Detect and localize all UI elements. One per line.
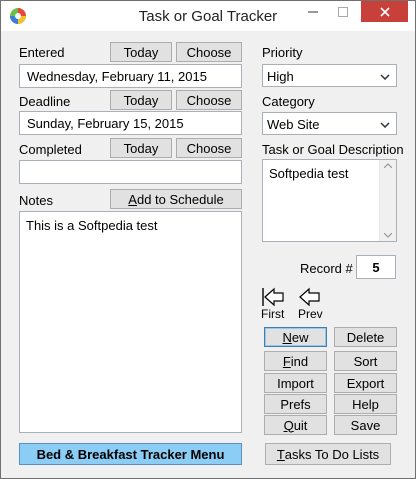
help-button[interactable]: Help bbox=[334, 394, 397, 414]
scroll-up-icon[interactable] bbox=[384, 163, 392, 168]
prev-label: Prev bbox=[298, 307, 323, 321]
record-number-field[interactable]: 5 bbox=[356, 255, 396, 279]
maximize-button[interactable] bbox=[328, 1, 357, 23]
category-label: Category bbox=[262, 94, 315, 109]
completed-label: Completed bbox=[19, 142, 82, 157]
deadline-today-button[interactable]: Today bbox=[110, 90, 172, 110]
completed-date-field[interactable] bbox=[19, 160, 242, 184]
record-label: Record # bbox=[300, 261, 353, 276]
priority-value: High bbox=[267, 69, 294, 84]
deadline-choose-button[interactable]: Choose bbox=[176, 90, 242, 110]
chevron-down-icon bbox=[380, 74, 390, 80]
prefs-button[interactable]: Prefs bbox=[264, 394, 327, 414]
export-button[interactable]: Export bbox=[334, 373, 397, 393]
tasks-to-do-lists-button[interactable]: Tasks To Do Lists bbox=[265, 443, 391, 465]
find-button[interactable]: Find bbox=[264, 351, 327, 371]
prev-arrow-icon bbox=[299, 287, 320, 307]
priority-select[interactable]: High bbox=[262, 64, 397, 87]
minimize-icon bbox=[307, 11, 318, 13]
category-value: Web Site bbox=[267, 117, 320, 132]
entered-date-field[interactable]: Wednesday, February 11, 2015 bbox=[19, 64, 242, 88]
deadline-label: Deadline bbox=[19, 94, 71, 109]
completed-choose-button[interactable]: Choose bbox=[176, 138, 242, 158]
scroll-down-icon[interactable] bbox=[384, 233, 392, 238]
description-label: Task or Goal Description bbox=[262, 142, 404, 157]
priority-label: Priority bbox=[262, 45, 303, 60]
description-textarea[interactable]: Softpedia test bbox=[262, 159, 397, 242]
completed-today-button[interactable]: Today bbox=[110, 138, 172, 158]
entered-label: Entered bbox=[19, 45, 65, 60]
notes-textarea[interactable]: This is a Softpedia test bbox=[19, 211, 242, 433]
add-to-schedule-button[interactable]: Add to Schedule bbox=[110, 189, 242, 209]
first-record-nav[interactable]: First bbox=[261, 287, 289, 321]
close-button[interactable] bbox=[361, 1, 408, 22]
bed-breakfast-menu-button[interactable]: Bed & Breakfast Tracker Menu bbox=[19, 443, 242, 465]
description-scrollbar[interactable] bbox=[379, 160, 396, 241]
new-button[interactable]: New bbox=[264, 327, 327, 347]
app-window: Task or Goal Tracker Entered Today Choos… bbox=[0, 0, 416, 479]
form-area: Entered Today Choose Wednesday, February… bbox=[9, 31, 407, 471]
chevron-down-icon bbox=[380, 122, 390, 128]
notes-label: Notes bbox=[19, 193, 53, 208]
import-button[interactable]: Import bbox=[264, 373, 327, 393]
deadline-date-field[interactable]: Sunday, February 15, 2015 bbox=[19, 111, 242, 135]
first-arrow-icon bbox=[262, 287, 284, 307]
category-select[interactable]: Web Site bbox=[262, 112, 397, 135]
minimize-button[interactable] bbox=[298, 1, 327, 23]
prev-record-nav[interactable]: Prev bbox=[298, 287, 328, 321]
sort-button[interactable]: Sort bbox=[334, 351, 397, 371]
maximize-icon bbox=[337, 7, 348, 17]
entered-choose-button[interactable]: Choose bbox=[176, 42, 242, 62]
title-bar[interactable]: Task or Goal Tracker bbox=[1, 1, 415, 31]
quit-button[interactable]: Quit bbox=[264, 415, 327, 435]
entered-today-button[interactable]: Today bbox=[110, 42, 172, 62]
first-label: First bbox=[261, 307, 285, 321]
description-text: Softpedia test bbox=[269, 166, 349, 181]
notes-text: This is a Softpedia test bbox=[26, 218, 158, 233]
close-icon bbox=[379, 6, 390, 17]
delete-button[interactable]: Delete bbox=[334, 327, 397, 347]
save-button[interactable]: Save bbox=[334, 415, 397, 435]
